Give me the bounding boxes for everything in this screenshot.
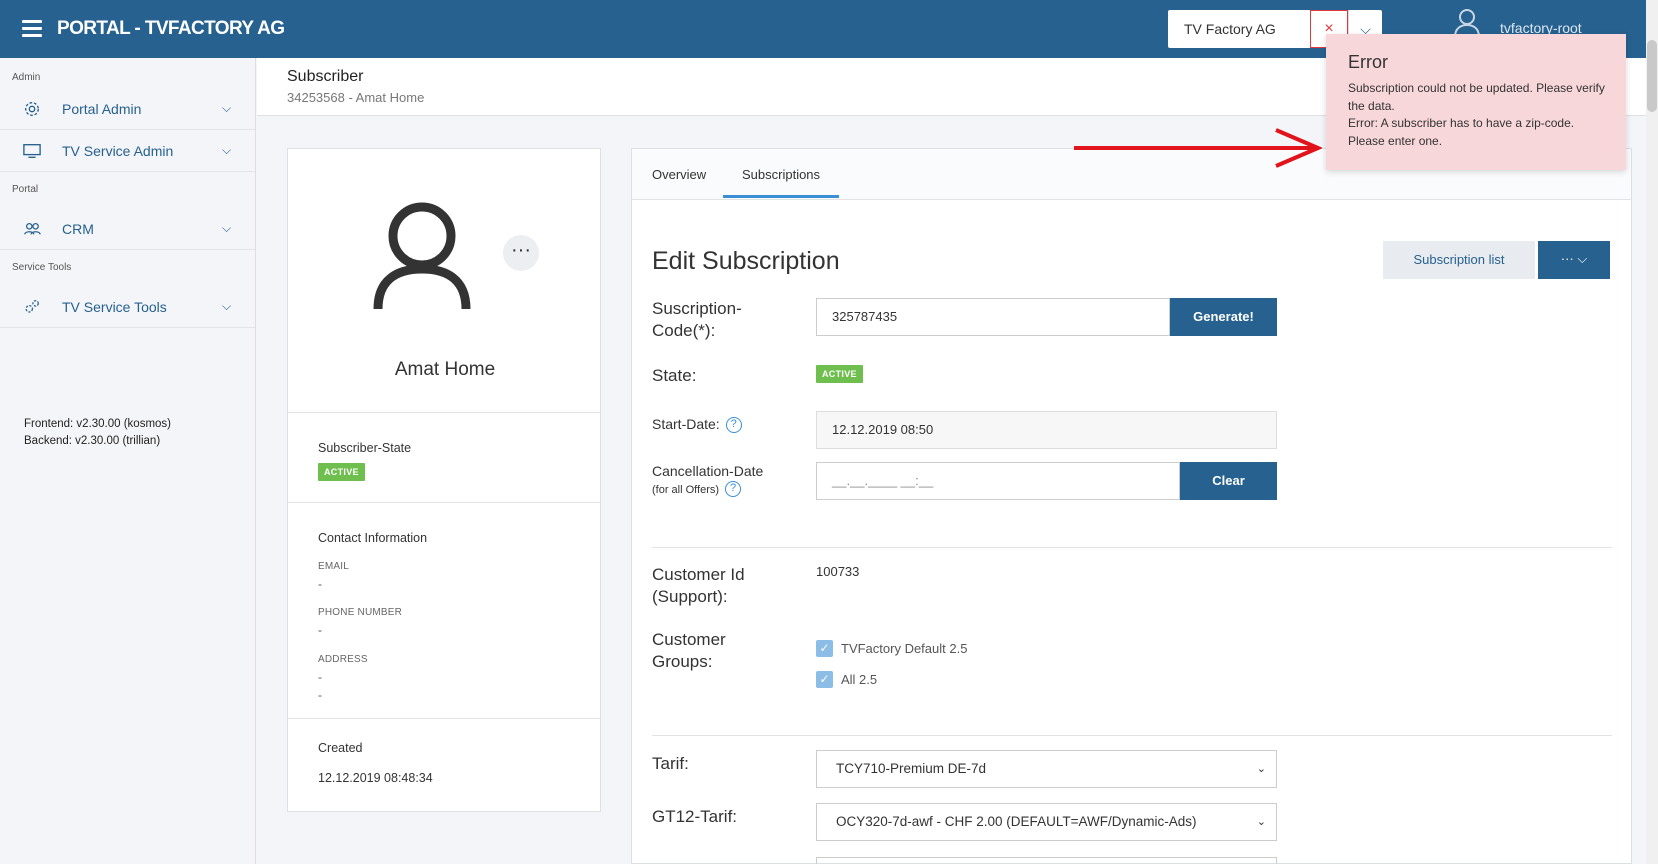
backend-version: Backend: v2.30.00 (trillian) [24,435,161,447]
gears-icon [25,300,39,313]
sidebar-section-service-tools: Service Tools [12,262,72,273]
users-icon [24,222,41,235]
clear-button[interactable]: Clear [1180,462,1277,500]
sidebar-item-portal-admin[interactable]: Portal Admin ⌵ [0,88,255,130]
page-subtitle: 34253568 - Amat Home [287,90,425,105]
cancellation-date-label: Cancellation-Date (for all Offers)? [652,463,764,497]
created-label: Created [318,741,363,755]
status-badge: ACTIVE [318,463,365,481]
menu-icon[interactable] [22,20,42,37]
start-date-label: Start-Date:? [652,413,742,435]
profile-more-button[interactable]: ··· [503,235,539,271]
subscription-code-input[interactable]: 325787435 [816,298,1170,336]
sidebar-item-crm[interactable]: CRM ⌵ [0,208,255,250]
status-badge: ACTIVE [816,365,863,383]
customer-id-label: Customer Id (Support): [652,565,745,606]
gt12-tarif-label: GT12-Tarif: [652,807,738,826]
phone-value: - [318,623,322,637]
tarif-label: Tarif: [652,754,689,773]
code-label: Suscription- Code(*): [652,299,742,340]
email-label: EMAIL [318,561,350,572]
gt12-tarif-value: OCY320-7d-awf - CHF 2.00 (DEFAULT=AWF/Dy… [836,814,1197,829]
cancellation-date-input[interactable]: __.__.____ __:__ [816,462,1180,500]
sidebar-item-label: TV Service Admin [62,143,174,159]
address-label: ADDRESS [318,654,368,665]
toast-message: Subscription could not be updated. Pleas… [1348,81,1605,148]
divider [652,547,1612,548]
version-info: Frontend: v2.30.00 (kosmos) Backend: v2.… [24,416,171,450]
tab-overview[interactable]: Overview [652,167,706,182]
frontend-version: Frontend: v2.30.00 (kosmos) [24,418,172,430]
sidebar-item-label: TV Service Tools [62,299,167,315]
tenant-value: TV Factory AG [1184,21,1276,37]
help-icon[interactable]: ? [725,417,742,433]
contact-info-title: Contact Information [318,531,428,545]
sidebar-section-admin: Admin [12,72,41,83]
error-toast[interactable]: Error Subscription could not be updated.… [1326,34,1626,170]
scrollbar[interactable] [1646,0,1658,864]
subscriber-name: Amat Home [394,359,496,380]
sidebar-section-portal: Portal [12,184,39,195]
edit-title: Edit Subscription [652,247,840,275]
chevron-down-icon: ⌵ [222,143,232,157]
sidebar-item-tv-service-tools[interactable]: TV Service Tools ⌵ [0,286,255,328]
email-value: - [318,577,322,591]
monitor-icon [23,144,41,158]
created-section: Created 12.12.2019 08:48:34 [288,718,600,812]
customer-groups-label: Customer Groups: [652,630,726,671]
app-title: PORTAL - TVFACTORY AG [57,18,285,39]
subscription-list-button[interactable]: Subscription list [1383,241,1535,279]
tarif-select[interactable]: TCY710-Premium DE-7d ⌄ [816,750,1277,788]
customer-id-value: 100733 [816,564,860,579]
gear-icon [25,102,39,116]
start-date-input[interactable]: 12.12.2019 08:50 [816,411,1277,449]
divider [652,735,1612,736]
state-label: State: [652,366,697,385]
edit-subscription-panel: Overview Subscriptions Edit Subscription… [631,148,1632,864]
toast-title: Error [1348,52,1388,72]
chevron-down-icon: ⌄ [1256,816,1266,828]
sidebar: Admin Portal Admin ⌵ TV Service Admin ⌵ … [0,58,256,864]
generate-button[interactable]: Generate! [1170,298,1277,336]
checkbox-label: All 2.5 [841,672,878,687]
checkbox-tvfactory-default[interactable]: ✓ [816,640,833,657]
chevron-down-icon: ⌄ [1256,763,1266,775]
created-value: 12.12.2019 08:48:34 [318,771,433,785]
subscriber-state-section: Subscriber-State ACTIVE [288,412,600,502]
chevron-down-icon: ⌵ [222,299,232,313]
chevron-down-icon: ⌵ [222,101,232,115]
sidebar-item-tv-service-admin[interactable]: TV Service Admin ⌵ [0,130,255,172]
sidebar-item-label: Portal Admin [62,101,142,117]
contact-info-section: Contact Information EMAIL - PHONE NUMBER… [288,502,600,718]
address-value: - [318,670,322,684]
checkbox-all[interactable]: ✓ [816,671,833,688]
avatar [373,202,471,310]
chevron-down-icon: ⌵ [222,221,232,235]
tab-subscriptions[interactable]: Subscriptions [723,167,840,198]
page-title: Subscriber [287,68,364,85]
gt12-tarif-select[interactable]: OCY320-7d-awf - CHF 2.00 (DEFAULT=AWF/Dy… [816,803,1277,841]
subscriber-profile-card: ··· Amat Home Subscriber-State ACTIVE Co… [287,148,601,812]
subscriber-state-label: Subscriber-State [318,441,412,455]
next-select-partial [816,857,1277,864]
phone-label: PHONE NUMBER [318,607,403,618]
tarif-value: TCY710-Premium DE-7d [836,761,987,776]
more-actions-button[interactable]: ··· ⌵ [1538,241,1610,279]
address-value: - [318,688,322,702]
checkbox-label: TVFactory Default 2.5 [841,641,968,656]
help-icon[interactable]: ? [725,481,742,497]
annotation-arrow [1074,128,1322,168]
sidebar-item-label: CRM [62,221,94,237]
